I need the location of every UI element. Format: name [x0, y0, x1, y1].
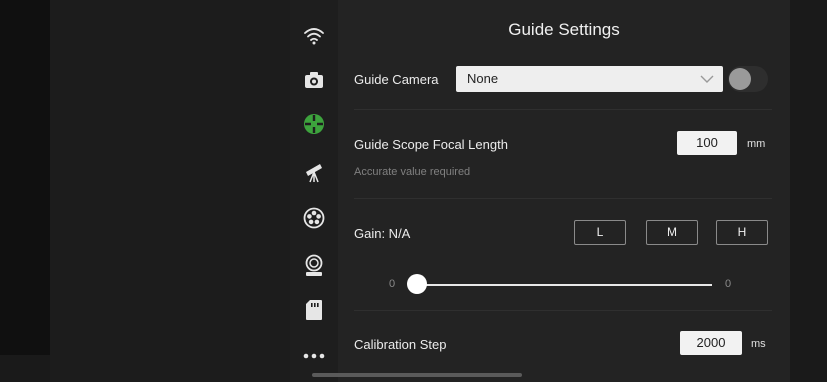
- focal-length-hint: Accurate value required: [354, 166, 471, 178]
- guide-settings-panel: Guide Settings Guide Camera None Guide S…: [338, 0, 790, 382]
- camera-icon[interactable]: [290, 66, 338, 94]
- toggle-knob: [729, 68, 751, 90]
- gain-high-button[interactable]: H: [716, 220, 768, 245]
- gain-slider-track[interactable]: [417, 284, 712, 286]
- divider: [354, 310, 772, 311]
- guide-camera-value: None: [467, 71, 499, 86]
- wifi-icon[interactable]: [290, 22, 338, 50]
- filter-wheel-icon[interactable]: [290, 204, 338, 232]
- gain-slider-thumb[interactable]: [407, 274, 427, 294]
- gain-low-button[interactable]: L: [574, 220, 626, 245]
- gain-medium-button[interactable]: M: [646, 220, 698, 245]
- guide-camera-toggle[interactable]: [728, 66, 768, 92]
- left-dark-strip: [0, 0, 50, 355]
- device-rail: [290, 0, 338, 382]
- focal-length-label: Guide Scope Focal Length: [354, 137, 508, 152]
- focal-length-input[interactable]: 100: [677, 131, 737, 155]
- horizontal-scrollbar[interactable]: [312, 373, 522, 377]
- focuser-icon[interactable]: [290, 252, 338, 280]
- divider: [354, 109, 772, 110]
- focal-length-unit: mm: [747, 138, 766, 150]
- guide-icon[interactable]: [290, 110, 338, 138]
- camera-preview-area[interactable]: [50, 0, 290, 382]
- calibration-step-label: Calibration Step: [354, 337, 447, 352]
- calibration-step-input[interactable]: 2000: [680, 331, 742, 355]
- right-edge-strip: [790, 0, 827, 382]
- storage-card-icon[interactable]: [290, 296, 338, 324]
- more-icon[interactable]: [290, 342, 338, 370]
- chevron-down-icon: [700, 75, 714, 83]
- gain-slider-max: 0: [725, 278, 732, 290]
- calibration-step-unit: ms: [751, 338, 766, 350]
- divider: [354, 198, 772, 199]
- guide-camera-select[interactable]: None: [456, 66, 723, 92]
- gain-label: Gain: N/A: [354, 226, 411, 241]
- guide-camera-label: Guide Camera: [354, 72, 439, 87]
- page-title: Guide Settings: [508, 20, 620, 39]
- telescope-icon[interactable]: [290, 158, 338, 186]
- gain-slider-min: 0: [389, 278, 396, 290]
